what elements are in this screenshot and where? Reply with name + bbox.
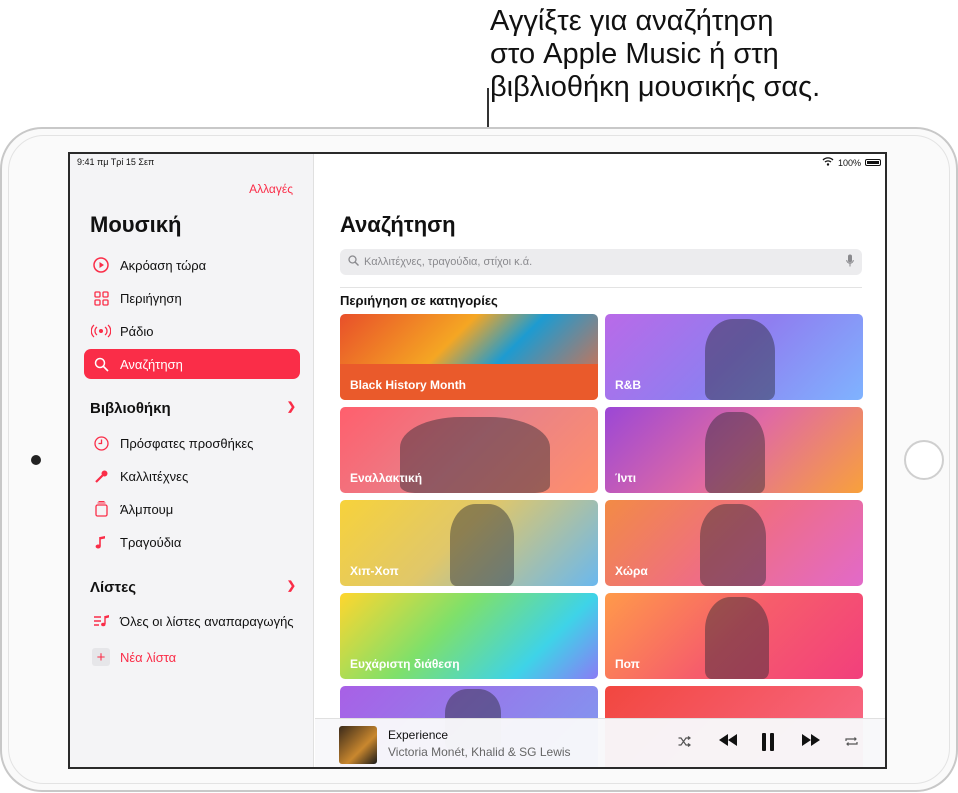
front-camera	[31, 455, 41, 465]
search-icon	[348, 255, 359, 269]
next-track-button[interactable]	[801, 733, 821, 752]
artist-photo	[705, 597, 769, 679]
category-tile-hip-hop[interactable]: Χιπ-Χοπ	[340, 500, 598, 586]
divider	[340, 287, 862, 288]
sidebar-item-label: Καλλιτέχνες	[120, 468, 189, 484]
sidebar-item-radio[interactable]: Ράδιο	[84, 316, 300, 346]
sidebar-item-label: Άλμπουμ	[120, 501, 174, 517]
battery-icon	[865, 159, 881, 166]
wifi-icon	[822, 157, 834, 168]
edit-button[interactable]: Αλλαγές	[249, 182, 293, 196]
status-indicators: 100%	[822, 157, 881, 168]
callout-line-3: βιβλιοθήκη μουσικής σας.	[490, 71, 821, 103]
page-title: Αναζήτηση	[340, 212, 456, 237]
radio-icon	[90, 324, 112, 338]
repeat-icon[interactable]	[845, 736, 858, 750]
artist-photo	[705, 412, 765, 493]
screen: 9:41 πμ Τρί 15 Σεπ Αλλαγές Μουσική Ακρόα…	[68, 152, 887, 769]
sidebar-item-label: Ράδιο	[120, 323, 154, 339]
sidebar-title: Μουσική	[90, 212, 182, 237]
sidebar-item-listen-now[interactable]: Ακρόαση τώρα	[84, 250, 300, 280]
sidebar-item-label: Όλες οι λίστες αναπαραγωγής	[120, 613, 294, 629]
category-tile-rnb[interactable]: R&B	[605, 314, 863, 400]
callout-line-1: Αγγίξτε για αναζήτηση	[490, 5, 774, 37]
plus-icon: +	[90, 648, 112, 666]
artist-photo	[700, 504, 766, 586]
category-tile-feel-good[interactable]: Ευχάριστη διάθεση	[340, 593, 598, 679]
sidebar-item-label: Πρόσφατες προσθήκες	[120, 435, 254, 451]
microphone-icon	[90, 469, 112, 484]
home-button[interactable]	[904, 440, 944, 480]
main-content: 100% Αναζήτηση Καλλιτέχνες, τραγούδια, σ…	[315, 154, 885, 767]
note-icon	[90, 535, 112, 550]
chevron-down-icon[interactable]: ❯	[287, 400, 296, 417]
tile-label: Εναλλακτική	[350, 471, 423, 485]
sidebar-item-browse[interactable]: Περιήγηση	[84, 283, 300, 313]
tile-label: Χιπ-Χοπ	[350, 564, 399, 578]
mini-player[interactable]: Experience Victoria Monét, Khalid & SG L…	[315, 718, 885, 767]
sidebar-item-label: Περιήγηση	[120, 290, 182, 306]
shuffle-icon[interactable]	[678, 736, 691, 750]
microphone-icon[interactable]	[846, 254, 854, 270]
lists-title: Λίστες	[90, 579, 137, 596]
section-heading: Περιήγηση σε κατηγορίες	[340, 293, 498, 308]
callout-text: Αγγίξτε για αναζήτηση στο Apple Music ή …	[490, 5, 930, 104]
now-playing-artist: Victoria Monét, Khalid & SG Lewis	[388, 745, 571, 759]
sidebar: 9:41 πμ Τρί 15 Σεπ Αλλαγές Μουσική Ακρόα…	[70, 154, 314, 767]
previous-track-button[interactable]	[718, 733, 738, 752]
sidebar-item-songs[interactable]: Τραγούδια	[84, 527, 300, 557]
sidebar-item-artists[interactable]: Καλλιτέχνες	[84, 461, 300, 491]
tile-label: Χώρα	[615, 564, 648, 578]
lists-section-header[interactable]: Λίστες ❯	[90, 579, 296, 596]
sidebar-item-label: Ακρόαση τώρα	[120, 257, 207, 273]
category-tile-pop[interactable]: Ποπ	[605, 593, 863, 679]
category-tile-indie[interactable]: Ίντι	[605, 407, 863, 493]
category-tile-alternative[interactable]: Εναλλακτική	[340, 407, 598, 493]
search-placeholder: Καλλιτέχνες, τραγούδια, στίχοι κ.ά.	[364, 256, 533, 268]
tile-label: Ίντι	[615, 471, 637, 485]
library-title: Βιβλιοθήκη	[90, 400, 171, 417]
artist-photo	[400, 417, 550, 493]
battery-level: 100%	[837, 157, 861, 168]
chevron-down-icon[interactable]: ❯	[287, 579, 296, 596]
now-playing-title: Experience	[388, 728, 449, 742]
stage: Αγγίξτε για αναζήτηση στο Apple Music ή …	[0, 0, 958, 793]
search-icon	[90, 357, 112, 372]
artist-photo	[705, 319, 775, 400]
sidebar-item-albums[interactable]: Άλμπουμ	[84, 494, 300, 524]
tile-label: Ποπ	[615, 657, 640, 671]
clock-icon	[90, 435, 112, 451]
playlist-icon	[90, 614, 112, 628]
tile-label: Black History Month	[350, 378, 467, 392]
album-artwork[interactable]	[339, 726, 377, 764]
library-section-header[interactable]: Βιβλιοθήκη ❯	[90, 400, 296, 417]
status-time: 9:41 πμ Τρί 15 Σεπ	[77, 157, 155, 167]
sidebar-item-search[interactable]: Αναζήτηση	[84, 349, 300, 379]
play-circle-icon	[90, 257, 112, 273]
pause-button[interactable]	[761, 733, 775, 756]
grid-icon	[90, 290, 112, 306]
tile-label: R&B	[615, 378, 641, 392]
album-icon	[90, 501, 112, 517]
search-input[interactable]: Καλλιτέχνες, τραγούδια, στίχοι κ.ά.	[340, 249, 862, 275]
artist-photo	[450, 504, 514, 586]
category-tile-country[interactable]: Χώρα	[605, 500, 863, 586]
sidebar-item-label: Νέα λίστα	[120, 649, 177, 665]
sidebar-item-recently-added[interactable]: Πρόσφατες προσθήκες	[84, 428, 300, 458]
sidebar-item-label: Αναζήτηση	[120, 356, 183, 372]
sidebar-item-label: Τραγούδια	[120, 534, 182, 550]
category-tile-black-history-month[interactable]: Black History Month	[340, 314, 598, 400]
sidebar-item-new-playlist[interactable]: + Νέα λίστα	[84, 642, 300, 672]
tile-label: Ευχάριστη διάθεση	[350, 657, 460, 671]
callout-line-2: στο Apple Music ή στη	[490, 38, 779, 70]
sidebar-item-all-playlists[interactable]: Όλες οι λίστες αναπαραγωγής	[84, 606, 300, 636]
